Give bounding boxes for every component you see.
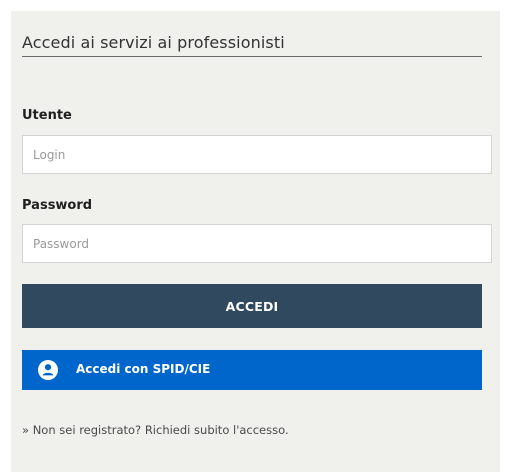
- username-input[interactable]: [22, 135, 492, 174]
- password-label: Password: [22, 198, 93, 213]
- panel-title: Accedi ai servizi ai professionisti: [22, 33, 285, 52]
- register-link[interactable]: » Non sei registrato? Richiedi subito l'…: [22, 423, 289, 437]
- title-divider: [22, 56, 482, 57]
- user-circle-icon: [38, 360, 58, 380]
- login-button[interactable]: ACCEDI: [22, 284, 482, 328]
- username-label: Utente: [22, 108, 72, 123]
- spid-login-button[interactable]: Accedi con SPID/CIE: [22, 350, 482, 390]
- spid-login-label: Accedi con SPID/CIE: [76, 362, 211, 376]
- password-input[interactable]: [22, 224, 492, 263]
